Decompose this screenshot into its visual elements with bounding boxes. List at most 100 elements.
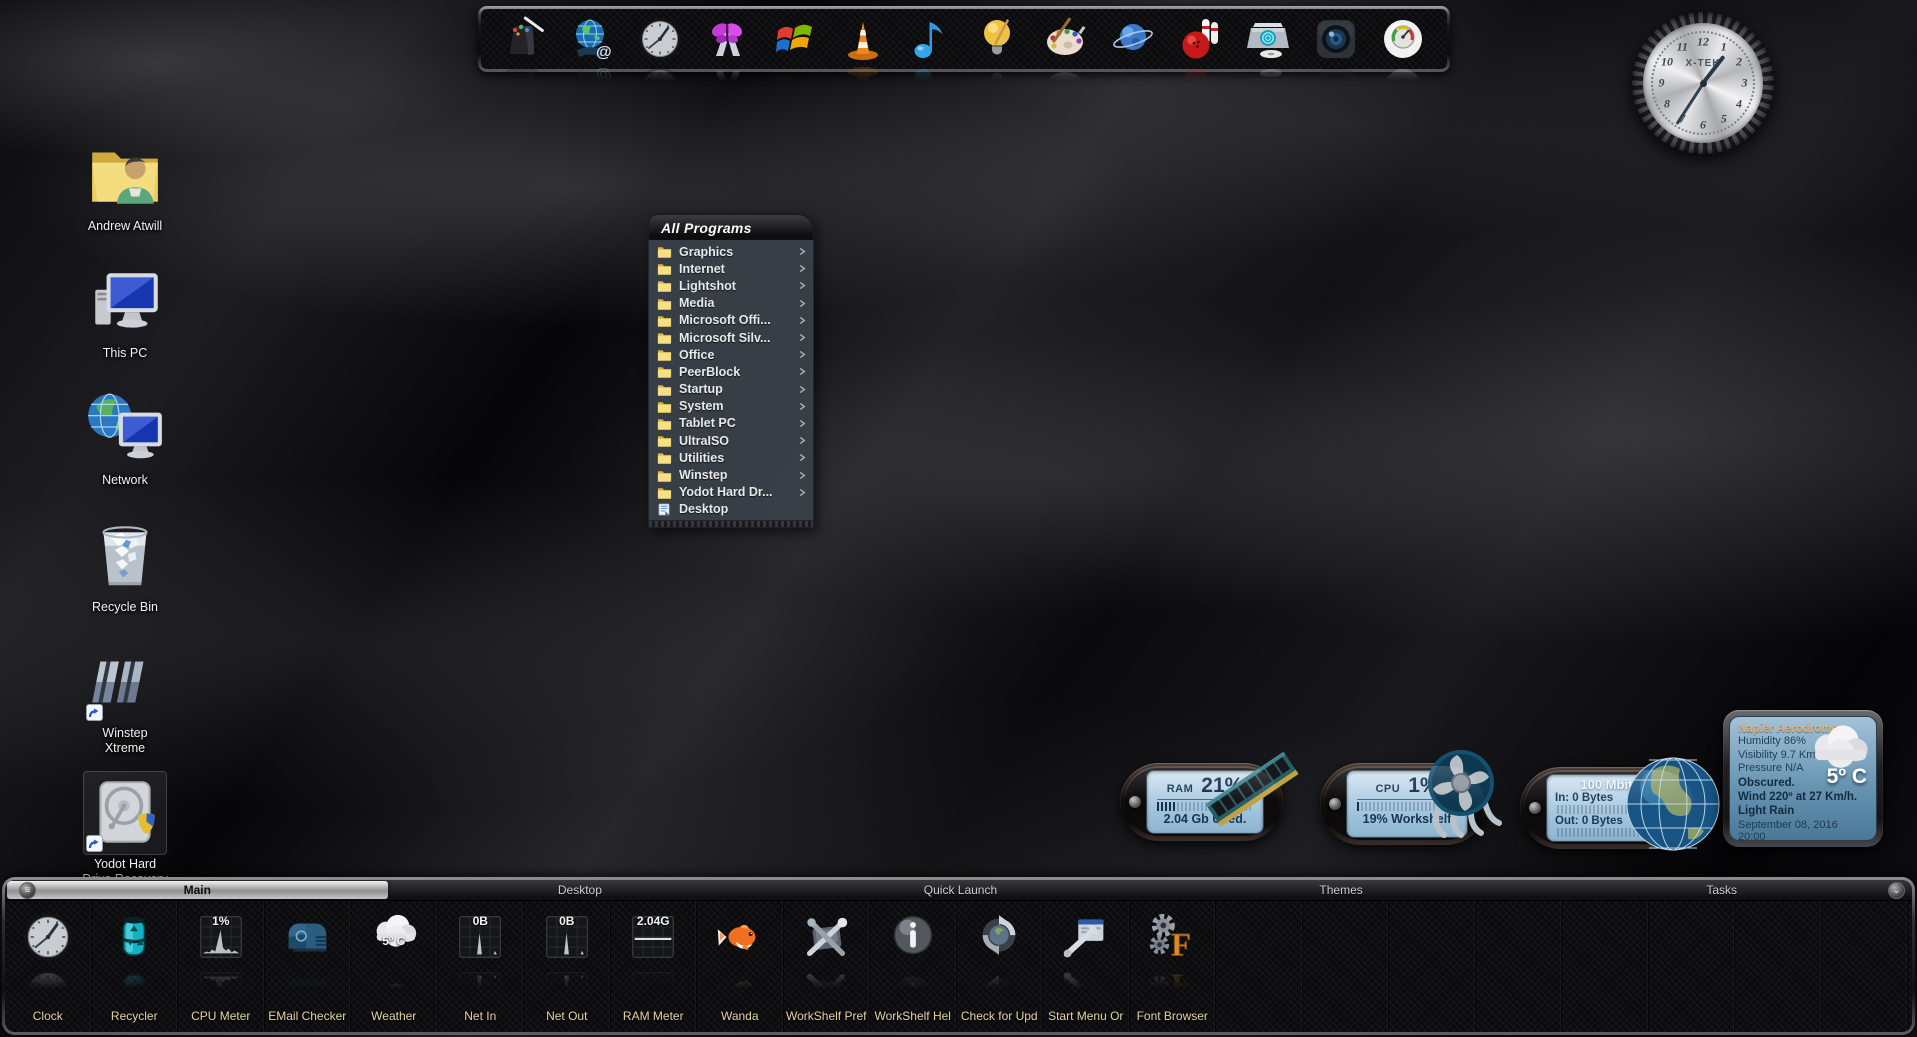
cloud-icon (1802, 719, 1874, 765)
menu-item-label: Yodot Hard Dr... (679, 485, 798, 499)
shelf-item-email-checker[interactable]: EMail Checker (265, 901, 352, 1032)
shelf-item-label: Net Out (524, 1009, 610, 1023)
desktop-icon-yodot-hard[interactable]: Yodot Hard Drive Recovery (60, 772, 190, 887)
ram-meter-widget[interactable]: RAM 21% 2.04 Gb Used. (1120, 763, 1283, 841)
shelf-item-check-for-upd[interactable]: Check for Upd (957, 901, 1044, 1032)
shelf-item-label: Wanda (697, 1009, 783, 1023)
menu-item-label: Utilities (679, 451, 798, 465)
shelf-item-ram-meter[interactable]: 2.04GRAM Meter (611, 901, 698, 1032)
disc-burner-icon[interactable] (1244, 15, 1292, 63)
shelf-item-start-menu-or[interactable]: Start Menu Or (1043, 901, 1130, 1032)
folder-icon (657, 331, 672, 344)
vlc-cone-icon[interactable] (839, 15, 887, 63)
shelf-menu-button[interactable]: ≡ (19, 882, 36, 899)
shelf-tab-bar: ≡ ⌄ MainDesktopQuick LaunchThemesTasks (5, 880, 1912, 901)
shelf-item-workshelf-hel[interactable]: WorkShelf Hel (870, 901, 957, 1032)
music-note-icon[interactable] (906, 15, 954, 63)
net-in-bar (1557, 805, 1663, 814)
menu-footer (648, 521, 814, 528)
submenu-arrow-icon (798, 436, 807, 445)
shelf-item-recycler[interactable]: Recycler (92, 901, 179, 1032)
menu-item-graphics[interactable]: Graphics (649, 243, 813, 260)
ram-label: RAM (1167, 783, 1194, 795)
menu-item-label: Internet (679, 262, 798, 276)
ram-usage-bar (1157, 802, 1253, 811)
weather-widget[interactable]: Napier Aerodrome Humidity 86% Visibility… (1723, 710, 1883, 847)
analog-clock-icon[interactable] (636, 15, 684, 63)
tab-desktop[interactable]: Desktop (390, 880, 771, 900)
menu-item-office[interactable]: Office (649, 346, 813, 363)
tab-themes[interactable]: Themes (1151, 880, 1532, 900)
clock-numeral: 5 (1721, 111, 1727, 126)
folder-icon (657, 469, 672, 482)
tab-quick-launch[interactable]: Quick Launch (770, 880, 1151, 900)
menu-item-yodot-hard-dr[interactable]: Yodot Hard Dr... (649, 484, 813, 501)
ringed-planet-icon[interactable] (1109, 15, 1157, 63)
email-globe-icon[interactable]: @ (568, 15, 616, 63)
shelf-item-label: EMail Checker (265, 1009, 351, 1023)
top-dock-icons: @ (481, 9, 1447, 69)
menu-item-lightshot[interactable]: Lightshot (649, 277, 813, 294)
clock-numeral: 12 (1697, 34, 1709, 49)
all-programs-menu: All Programs GraphicsInternetLightshotMe… (648, 214, 814, 528)
network-icon (84, 388, 166, 470)
shelf-item-net-in[interactable]: 0BNet In (438, 901, 525, 1032)
menu-item-startup[interactable]: Startup (649, 381, 813, 398)
gauge-orb-icon[interactable] (1379, 15, 1427, 63)
shelf-item-workshelf-pref[interactable]: WorkShelf Pref (784, 901, 871, 1032)
menu-item-system[interactable]: System (649, 398, 813, 415)
desktop-icon-network[interactable]: Network (60, 388, 190, 488)
butterfly-icon[interactable] (703, 15, 751, 63)
shelf-item-wanda[interactable]: Wanda (697, 901, 784, 1032)
cpu-meter-widget[interactable]: CPU 1% 19% Workshelf (1320, 763, 1487, 845)
menu-item-ultraiso[interactable]: UltraISO (649, 432, 813, 449)
menu-item-microsoft-offi[interactable]: Microsoft Offi... (649, 312, 813, 329)
lightbulb-icon[interactable] (974, 15, 1022, 63)
desktop-icon-this-pc[interactable]: This PC (60, 261, 190, 361)
shelf-item-font-browser[interactable]: FFont Browser (1130, 901, 1217, 1032)
cpu-lcd: CPU 1% 19% Workshelf (1346, 770, 1468, 838)
camera-lens-icon[interactable] (1312, 15, 1360, 63)
clock-widget[interactable]: X-TEK 121234567891011 (1632, 12, 1774, 154)
menu-item-desktop[interactable]: Desktop (649, 501, 813, 518)
windows-logo-icon[interactable] (771, 15, 819, 63)
menu-item-internet[interactable]: Internet (649, 260, 813, 277)
folder-icon (657, 400, 672, 413)
shelf-empty-cell (1562, 901, 1649, 1032)
recycle-bin-icon (84, 515, 166, 597)
shelf-item-cpu-meter[interactable]: 1%CPU Meter (178, 901, 265, 1032)
desktop-icon-recycle-bin[interactable]: Recycle Bin (60, 515, 190, 615)
user-folder-icon (84, 134, 166, 216)
network-meter-widget[interactable]: 100 Mbits In: 0 Bytes Out: 0 Bytes (1520, 767, 1698, 849)
shelf-item-label: WorkShelf Pref (784, 1009, 870, 1023)
menu-item-winstep[interactable]: Winstep (649, 466, 813, 483)
shelf-item-label: Check for Upd (957, 1009, 1043, 1023)
menu-item-peerblock[interactable]: PeerBlock (649, 363, 813, 380)
tab-main[interactable]: Main (7, 881, 388, 899)
bowling-icon[interactable] (1177, 15, 1225, 63)
desktop-icon-andrew-atwill[interactable]: Andrew Atwill (60, 134, 190, 234)
paint-palette-icon[interactable] (1041, 15, 1089, 63)
weather-wind: Wind 220º at 27 Km/h. (1738, 790, 1868, 804)
cpu-value: 1% (1408, 774, 1438, 798)
folder-icon (657, 314, 672, 327)
submenu-arrow-icon (798, 471, 807, 480)
magician-hat-icon[interactable] (501, 15, 549, 63)
shelf-item-weather[interactable]: 5º CWeather (351, 901, 438, 1032)
menu-item-microsoft-silv[interactable]: Microsoft Silv... (649, 329, 813, 346)
shelf-item-net-out[interactable]: 0BNet Out (524, 901, 611, 1032)
menu-item-tablet-pc[interactable]: Tablet PC (649, 415, 813, 432)
submenu-arrow-icon (798, 247, 807, 256)
submenu-arrow-icon (798, 419, 807, 428)
svg-text:F: F (1171, 927, 1191, 963)
menu-item-utilities[interactable]: Utilities (649, 449, 813, 466)
folder-icon (657, 383, 672, 396)
tab-tasks[interactable]: Tasks (1531, 880, 1912, 900)
ram-value: 21% (1201, 774, 1243, 798)
menu-item-media[interactable]: Media (649, 295, 813, 312)
clock-numeral: 1 (1721, 40, 1727, 55)
shelf-collapse-button[interactable]: ⌄ (1888, 882, 1905, 899)
shelf-item-clock[interactable]: Clock (5, 901, 92, 1032)
shelf-empty-cell (1735, 901, 1822, 1032)
desktop-icon-winstep[interactable]: Winstep Xtreme (60, 641, 190, 756)
